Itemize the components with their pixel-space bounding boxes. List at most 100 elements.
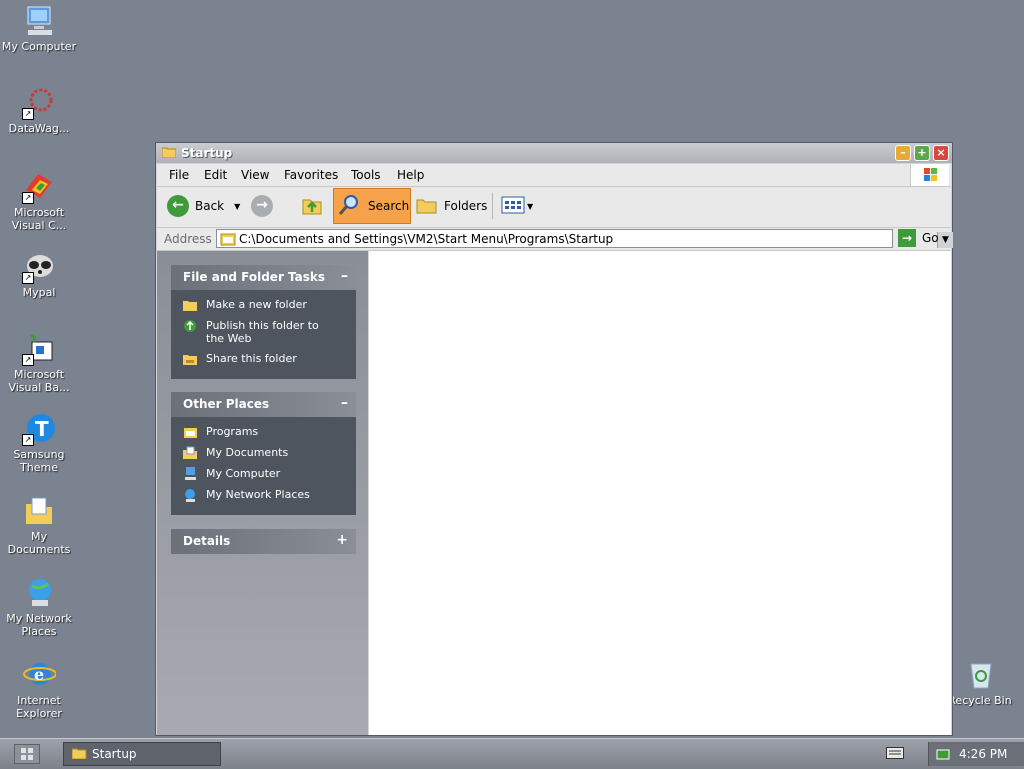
desktop-icon-label: My Network Places [6, 612, 72, 638]
panel-title: File and Folder Tasks [183, 270, 326, 284]
taskbar: Startup 4:26 PM [0, 738, 1024, 769]
svg-text:e: e [34, 665, 44, 684]
desktop-icon-visual-c[interactable]: ↗ Microsoft Visual C... [0, 170, 78, 232]
folder-icon [161, 146, 177, 161]
forward-button[interactable]: → [251, 191, 273, 221]
collapse-icon[interactable]: – [341, 268, 348, 284]
views-icon [501, 196, 525, 217]
mypal-raccoon-icon: ↗ [22, 250, 56, 284]
desktop-icon-my-computer[interactable]: My Computer [0, 4, 78, 53]
shortcut-arrow-icon: ↗ [22, 272, 34, 284]
minimize-button[interactable]: – [895, 145, 911, 161]
windows-logo-icon [910, 164, 949, 186]
menu-help[interactable]: Help [397, 168, 424, 182]
desktop-icon-label: Microsoft Visual C... [11, 206, 67, 232]
address-bar: Address C:\Documents and Settings\VM2\St… [157, 228, 953, 251]
task-publish-to-web[interactable]: Publish this folder to the Web [183, 319, 348, 345]
place-label: My Documents [206, 446, 289, 459]
new-folder-icon [183, 298, 198, 312]
panel-other-places: Other Places – Programs My Documents My … [171, 392, 356, 515]
toolbar-separator [492, 193, 493, 219]
panel-header[interactable]: File and Folder Tasks – [171, 265, 356, 290]
share-folder-icon [183, 352, 198, 366]
back-label: Back [195, 199, 225, 213]
panel-title: Other Places [183, 397, 270, 411]
menu-favorites[interactable]: Favorites [284, 168, 338, 182]
desktop-icon-visual-basic[interactable]: ↗ Microsoft Visual Ba... [0, 332, 78, 394]
clock[interactable]: 4:26 PM [959, 747, 1007, 761]
place-label: Programs [206, 425, 259, 438]
back-dropdown-icon[interactable]: ▼ [234, 202, 240, 211]
up-folder-button[interactable] [301, 191, 323, 221]
desktop-icon-my-network-places[interactable]: My Network Places [0, 576, 78, 638]
samsung-theme-icon: T ↗ [22, 412, 56, 446]
desktop-icon-label: Mypal [22, 286, 56, 299]
desktop-icon-samsung-theme[interactable]: T ↗ Samsung Theme [0, 412, 78, 474]
start-button[interactable] [14, 744, 40, 764]
folder-up-icon [301, 194, 323, 219]
internet-explorer-icon: e [22, 658, 57, 692]
shortcut-arrow-icon: ↗ [22, 434, 34, 446]
panel-file-folder-tasks: File and Folder Tasks – Make a new folde… [171, 265, 356, 379]
desktop-icon-datawag[interactable]: ↗ DataWag... [0, 86, 78, 135]
menu-file[interactable]: File [169, 168, 189, 182]
maximize-button[interactable]: + [914, 145, 930, 161]
folders-button[interactable]: Folders [416, 191, 487, 221]
folders-icon [416, 195, 438, 218]
address-label: Address [164, 232, 212, 246]
task-make-new-folder[interactable]: Make a new folder [183, 298, 348, 312]
go-arrow-icon: → [898, 229, 916, 247]
place-label: My Computer [206, 467, 281, 480]
title-bar[interactable]: Startup – + × [156, 143, 952, 163]
place-my-network-places[interactable]: My Network Places [183, 488, 348, 502]
expand-icon[interactable]: + [336, 532, 348, 548]
close-button[interactable]: × [933, 145, 949, 161]
network-globe-icon [22, 576, 56, 610]
task-share-folder[interactable]: Share this folder [183, 352, 348, 366]
network-globe-icon [183, 488, 198, 502]
keyboard-icon[interactable] [886, 747, 904, 762]
publish-web-icon [183, 319, 198, 333]
panel-body: Programs My Documents My Computer My Net… [171, 417, 356, 515]
place-my-computer[interactable]: My Computer [183, 467, 348, 481]
desktop-icon-my-documents[interactable]: My Documents [0, 494, 78, 556]
programs-folder-icon [183, 425, 198, 439]
desktop-icon-label: Internet Explorer [16, 694, 62, 720]
panel-details: Details + [171, 529, 356, 554]
task-label: Publish this folder to the Web [206, 319, 319, 345]
my-documents-icon [183, 446, 198, 460]
taskbar-button-startup[interactable]: Startup [63, 742, 221, 766]
menu-tools[interactable]: Tools [351, 168, 381, 182]
network-tray-icon[interactable] [935, 746, 951, 765]
place-my-documents[interactable]: My Documents [183, 446, 348, 460]
magnifier-icon [338, 193, 362, 220]
folder-content-area[interactable] [369, 251, 951, 735]
folder-icon [220, 232, 236, 249]
panel-header[interactable]: Details + [171, 529, 356, 554]
visual-cpp-icon: ↗ [22, 170, 56, 204]
datawag-icon: ↗ [22, 86, 56, 120]
panel-header[interactable]: Other Places – [171, 392, 356, 417]
address-input[interactable]: C:\Documents and Settings\VM2\Start Menu… [216, 229, 953, 249]
system-tray: 4:26 PM [928, 742, 1024, 766]
search-button[interactable]: Search [333, 188, 411, 224]
menu-view[interactable]: View [241, 168, 269, 182]
desktop-icon-internet-explorer[interactable]: e Internet Explorer [0, 658, 78, 720]
collapse-icon[interactable]: – [341, 395, 348, 411]
forward-arrow-icon: → [251, 195, 273, 217]
svg-text:T: T [35, 417, 49, 441]
explorer-window: Startup – + × File Edit View Favorites T… [155, 142, 953, 736]
folders-label: Folders [444, 199, 488, 213]
taskbar-button-label: Startup [92, 747, 137, 761]
task-label: Make a new folder [206, 298, 307, 311]
views-button[interactable]: ▼ [501, 191, 533, 221]
menu-edit[interactable]: Edit [204, 168, 227, 182]
task-pane: File and Folder Tasks – Make a new folde… [157, 251, 368, 735]
desktop-icon-mypal[interactable]: ↗ Mypal [0, 250, 78, 299]
visual-basic-icon: ↗ [22, 332, 56, 366]
go-button[interactable]: → Go [898, 229, 939, 247]
shortcut-arrow-icon: ↗ [22, 354, 34, 366]
address-dropdown-button[interactable]: ▼ [937, 232, 953, 248]
back-button[interactable]: ← Back ▼ [167, 191, 240, 221]
place-programs[interactable]: Programs [183, 425, 348, 439]
